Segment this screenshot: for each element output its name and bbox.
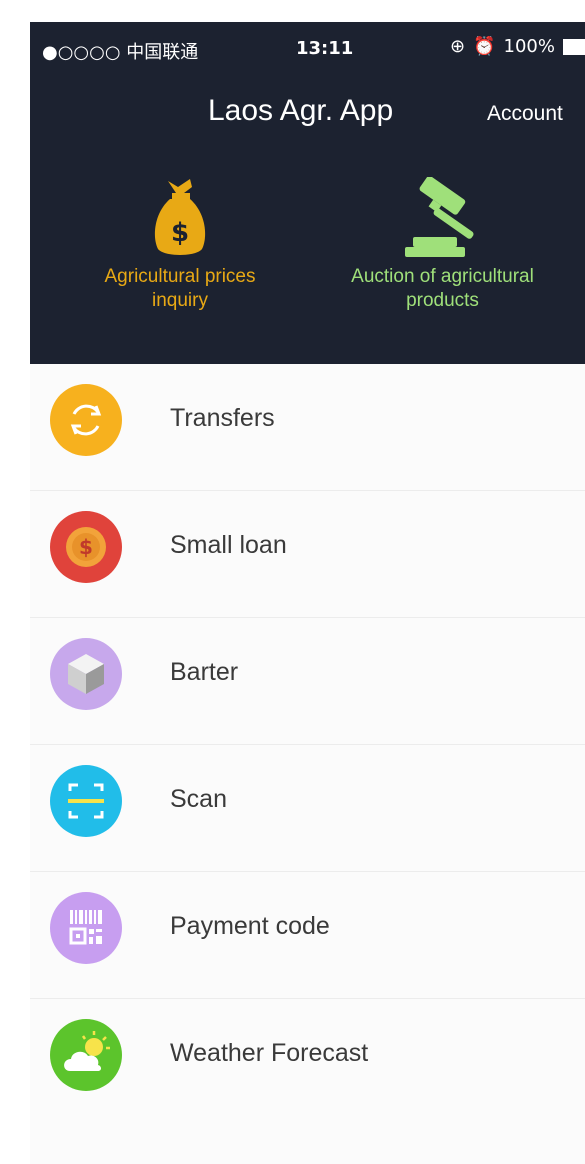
menu-label: Small loan [170,531,287,559]
header: ●○○○○ 中国联通 13:11 ⊕ ⏰ 100% Laos Agr. App … [30,22,585,364]
menu-item-small-loan[interactable]: $ Small loan [30,491,585,617]
quick-label-line1: Agricultural prices [104,266,256,287]
barcode-icon [50,892,122,964]
gavel-icon [404,177,474,257]
page-title: Laos Agr. App [208,94,394,127]
coin-icon: $ [50,511,122,583]
money-bag-icon: $ [154,179,206,255]
clock: 13:11 [296,38,354,59]
account-button[interactable]: Account [487,102,563,126]
alarm-icon: ⏰ [473,36,496,57]
menu-label: Transfers [170,404,275,432]
menu-item-weather-forecast[interactable]: Weather Forecast [30,999,585,1125]
svg-text:$: $ [171,218,189,248]
lock-rotation-icon: ⊕ [450,36,466,57]
menu-item-scan[interactable]: Scan [30,745,585,871]
battery-percent: 100% [503,36,555,57]
phone-screen: ●○○○○ 中国联通 13:11 ⊕ ⏰ 100% Laos Agr. App … [30,22,585,1164]
status-bar: ●○○○○ 中国联通 13:11 ⊕ ⏰ 100% [30,22,585,78]
menu-item-barter[interactable]: Barter [30,618,585,744]
carrier-label: ●○○○○ 中国联通 [42,42,199,63]
svg-text:$: $ [79,535,93,559]
menu-label: Weather Forecast [170,1039,369,1067]
scan-icon [50,765,122,837]
agricultural-prices-button[interactable]: $ Agricultural prices inquiry [80,177,280,313]
menu-label: Payment code [170,912,330,940]
menu-list: Transfers $ Small loan Barter Scan Payme… [30,364,585,1125]
status-right: ⊕ ⏰ 100% [450,36,585,57]
auction-button[interactable]: Auction of agricultural products [320,177,565,313]
quick-label-line1: Auction of agricultural [351,266,534,287]
menu-item-transfers[interactable]: Transfers [30,364,585,490]
quick-label-line2: products [406,290,479,311]
weather-icon [50,1019,122,1091]
transfer-icon [50,384,122,456]
cube-icon [50,638,122,710]
menu-label: Barter [170,658,239,686]
menu-item-payment-code[interactable]: Payment code [30,872,585,998]
quick-label-line2: inquiry [152,290,208,311]
menu-label: Scan [170,785,227,813]
battery-icon [562,38,585,55]
